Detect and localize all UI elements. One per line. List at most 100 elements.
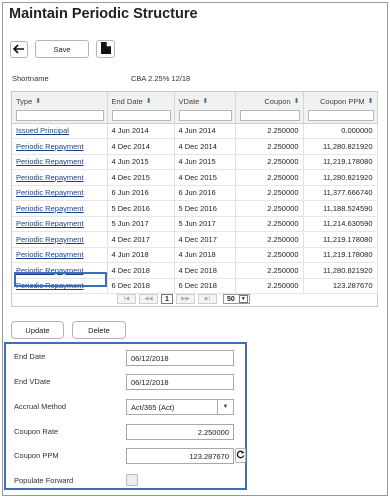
table-cell: Periodic Repayment [12, 216, 108, 232]
vdate-filter-input[interactable] [178, 110, 232, 121]
column-label: Type [16, 96, 33, 106]
column-header-end-date[interactable]: End Date ⬍ [107, 92, 175, 124]
row-type-link[interactable]: Periodic Repayment [16, 266, 84, 275]
page-size-select[interactable]: 50 ▼ [223, 294, 250, 304]
table-cell: 2.250000 [235, 200, 304, 217]
accrual-method-select[interactable]: Act/365 (Act) ▼ [126, 399, 234, 415]
row-coupon: 2.250000 [267, 219, 299, 229]
table-cell: 6 Jun 2016 [107, 185, 175, 201]
table-cell: 11,280.821920 [303, 138, 378, 155]
row-type-link[interactable]: Periodic Repayment [16, 188, 84, 197]
table-cell: 4 Jun 2014 [107, 123, 175, 139]
table-cell: 2.250000 [235, 123, 304, 139]
row-type-link[interactable]: Periodic Repayment [16, 235, 84, 244]
table-row[interactable]: Periodic Repayment 4 Dec 2018 4 Dec 2018 2.… [12, 262, 378, 279]
end-date-label: End Date [14, 352, 46, 361]
table-row[interactable]: Periodic Repayment 4 Dec 2017 4 Dec 2017 2.… [12, 231, 378, 248]
populate-forward-checkbox[interactable] [126, 474, 138, 486]
row-vdate: 4 Dec 2018 [178, 265, 217, 275]
sort-icon[interactable]: ⬍ [368, 97, 374, 105]
table-row[interactable]: Periodic Repayment 4 Jun 2018 4 Jun 2018 2.… [12, 247, 378, 263]
sort-icon[interactable]: ⬍ [294, 97, 300, 105]
coupon-ppm-label: Coupon PPM [14, 451, 59, 460]
table-cell: Periodic Repayment [12, 247, 108, 263]
back-button[interactable] [10, 41, 28, 58]
current-page[interactable]: 1 [161, 294, 173, 304]
table-cell: Periodic Repayment [12, 154, 108, 170]
page-title: Maintain Periodic Structure [9, 6, 198, 22]
row-type-link[interactable]: Periodic Repayment [16, 250, 84, 259]
end-date-filter-input[interactable] [111, 110, 171, 121]
end-date-input[interactable]: 06/12/2018 [126, 350, 234, 366]
save-button[interactable]: Save [35, 40, 89, 58]
column-header-coupon[interactable]: Coupon ⬍ [235, 92, 304, 124]
coupon-rate-label: Coupon Rate [14, 427, 59, 436]
document-button[interactable] [96, 40, 115, 58]
coupon-filter-input[interactable] [239, 110, 300, 121]
table-row[interactable]: Periodic Repayment 4 Dec 2015 4 Dec 2015 2.… [12, 169, 378, 186]
table-cell: 2.250000 [235, 247, 304, 263]
column-header-type[interactable]: Type ⬍ [12, 92, 108, 124]
row-end-date: 5 Jun 2017 [111, 219, 149, 229]
table-cell: Periodic Repayment [12, 185, 108, 201]
page-size-value: 50 [227, 295, 235, 303]
type-filter-input[interactable] [16, 110, 104, 121]
row-type-link[interactable]: Periodic Repayment [16, 281, 84, 290]
table-cell: 4 Dec 2015 [107, 169, 175, 186]
row-type-link[interactable]: Periodic Repayment [16, 142, 84, 151]
table-row[interactable]: Issued Principal 4 Jun 2014 4 Jun 2014 2.25… [12, 123, 378, 139]
row-coupon-ppm: 11,280.821920 [323, 141, 373, 151]
table-cell: Periodic Repayment [12, 231, 108, 248]
table-cell: 4 Jun 2018 [174, 247, 236, 263]
row-type-link[interactable]: Periodic Repayment [16, 173, 84, 182]
table-cell: 11,219.178080 [303, 247, 378, 263]
edit-form: End Date 06/12/2018 End VDate 06/12/2018… [4, 342, 247, 490]
table-cell: Periodic Repayment [12, 138, 108, 155]
row-vdate: 4 Jun 2014 [178, 126, 216, 136]
chevron-down-icon[interactable]: ▼ [217, 400, 233, 414]
row-type-link[interactable]: Periodic Repayment [16, 204, 84, 213]
row-coupon: 2.250000 [267, 172, 299, 182]
accrual-method-value: Act/365 (Act) [131, 402, 175, 412]
coupon-ppm-filter-input[interactable] [307, 110, 374, 121]
table-row[interactable]: Periodic Repayment 4 Dec 2014 4 Dec 2014 2.… [12, 138, 378, 155]
table-cell: 2.250000 [235, 138, 304, 155]
shortname-value: CBA 2.25% 12/18 [131, 74, 191, 83]
next-page-button[interactable]: ▶▶ [176, 294, 195, 304]
end-vdate-input[interactable]: 06/12/2018 [126, 374, 234, 390]
column-header-vdate[interactable]: VDate ⬍ [174, 92, 236, 124]
prev-page-button[interactable]: ◀◀ [139, 294, 158, 304]
table-cell: 2.250000 [235, 185, 304, 201]
table-cell: 11,280.821920 [303, 169, 378, 186]
row-type-link[interactable]: Issued Principal [16, 126, 69, 135]
table-cell: 4 Dec 2018 [174, 262, 236, 279]
table-row[interactable]: Periodic Repayment 6 Jun 2016 6 Jun 2016 2.… [12, 185, 378, 201]
sort-icon[interactable]: ⬍ [146, 97, 152, 105]
table-row[interactable]: Periodic Repayment 5 Jun 2017 5 Jun 2017 2.… [12, 216, 378, 232]
row-coupon-ppm: 11,219.178080 [323, 234, 373, 244]
row-vdate: 5 Dec 2016 [178, 203, 217, 213]
row-type-link[interactable]: Periodic Repayment [16, 157, 84, 166]
column-header-coupon-ppm[interactable]: Coupon PPM ⬍ [303, 92, 378, 124]
delete-button[interactable]: Delete [72, 321, 126, 339]
refresh-button[interactable] [235, 448, 246, 463]
chevron-down-icon: ▼ [238, 295, 248, 303]
table-cell: 4 Jun 2015 [174, 154, 236, 170]
periodic-structure-grid: Type ⬍ End Date ⬍ VDate ⬍ Coupon ⬍ Coupon PP… [11, 91, 378, 307]
sort-icon[interactable]: ⬍ [202, 97, 208, 105]
table-cell: 2.250000 [235, 169, 304, 186]
table-row[interactable]: Periodic Repayment 4 Jun 2015 4 Jun 2015 2.… [12, 154, 378, 170]
coupon-ppm-input[interactable]: 123.287670 [126, 448, 234, 464]
coupon-rate-input[interactable]: 2.250000 [126, 424, 234, 440]
sort-icon[interactable]: ⬍ [35, 97, 41, 105]
row-type-link[interactable]: Periodic Repayment [16, 219, 84, 228]
grid-table: Type ⬍ End Date ⬍ VDate ⬍ Coupon ⬍ Coupon PP… [12, 92, 378, 294]
last-page-button[interactable]: ▶| [198, 294, 217, 304]
table-cell: Periodic Repayment [12, 169, 108, 186]
table-row[interactable]: Periodic Repayment 5 Dec 2016 5 Dec 2016 2.… [12, 200, 378, 217]
first-page-button[interactable]: |◀ [117, 294, 136, 304]
table-cell: 2.250000 [235, 231, 304, 248]
update-button[interactable]: Update [11, 321, 64, 339]
table-cell: 11,188.524590 [303, 200, 378, 217]
column-label: Coupon PPM [320, 96, 365, 106]
